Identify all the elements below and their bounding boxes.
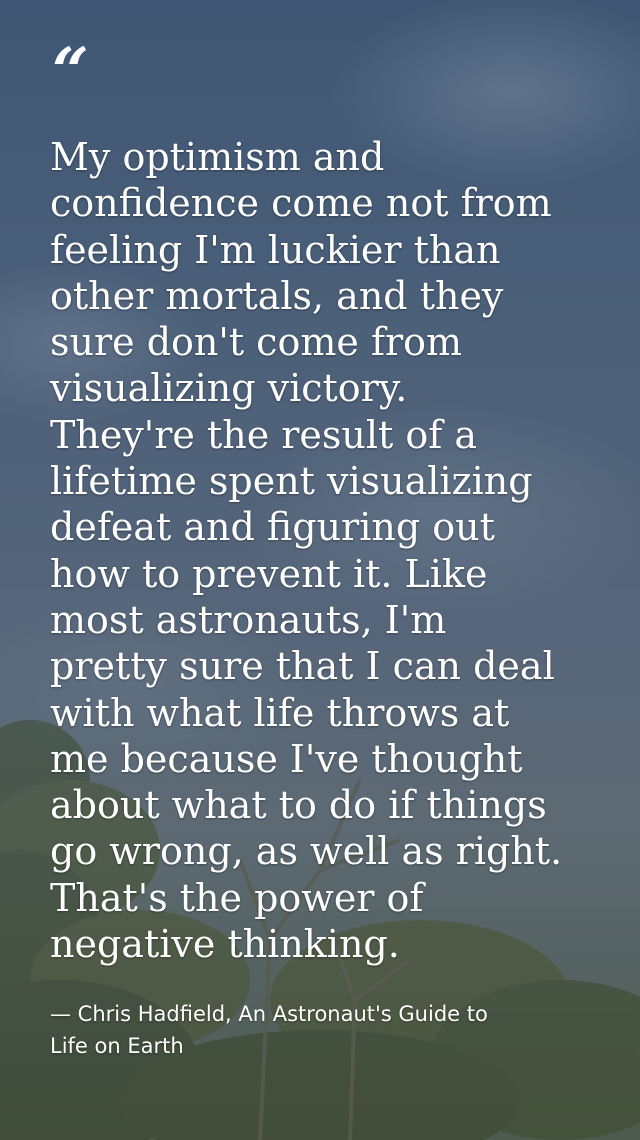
attribution-line: — Chris Hadfield, An Astronaut's Guide t…: [50, 1002, 488, 1026]
quote-line: pretty sure that I can deal: [50, 644, 555, 689]
quote-line: visualizing victory.: [50, 366, 408, 411]
quote-line: how to prevent it. Like: [50, 551, 488, 596]
quote-line: defeat and figuring out: [50, 505, 495, 550]
quote-line: most astronauts, I'm: [50, 597, 447, 642]
attribution-line: Life on Earth: [50, 1034, 184, 1058]
quote-line: That's the power of: [50, 875, 424, 920]
quote-line: sure don't come from: [50, 320, 463, 365]
quote-line: They're the result of a: [50, 412, 478, 457]
quote-line: confidence come not from: [50, 181, 552, 226]
quotation-mark-icon: “: [52, 34, 89, 109]
quote-line: with what life throws at: [50, 690, 510, 735]
quote-line: go wrong, as well as right.: [50, 829, 563, 874]
quote-text: My optimism and confidence come not from…: [50, 134, 606, 967]
quote-line: negative thinking.: [50, 922, 400, 967]
quote-line: other mortals, and they: [50, 273, 504, 318]
quote-line: me because I've thought: [50, 736, 523, 781]
quote-line: My optimism and: [50, 135, 385, 179]
quote-line: about what to do if things: [50, 783, 547, 828]
quote-line: lifetime spent visualizing: [50, 459, 533, 504]
quote-attribution: — Chris Hadfield, An Astronaut's Guide t…: [50, 998, 590, 1062]
quote-line: feeling I'm luckier than: [50, 227, 501, 272]
